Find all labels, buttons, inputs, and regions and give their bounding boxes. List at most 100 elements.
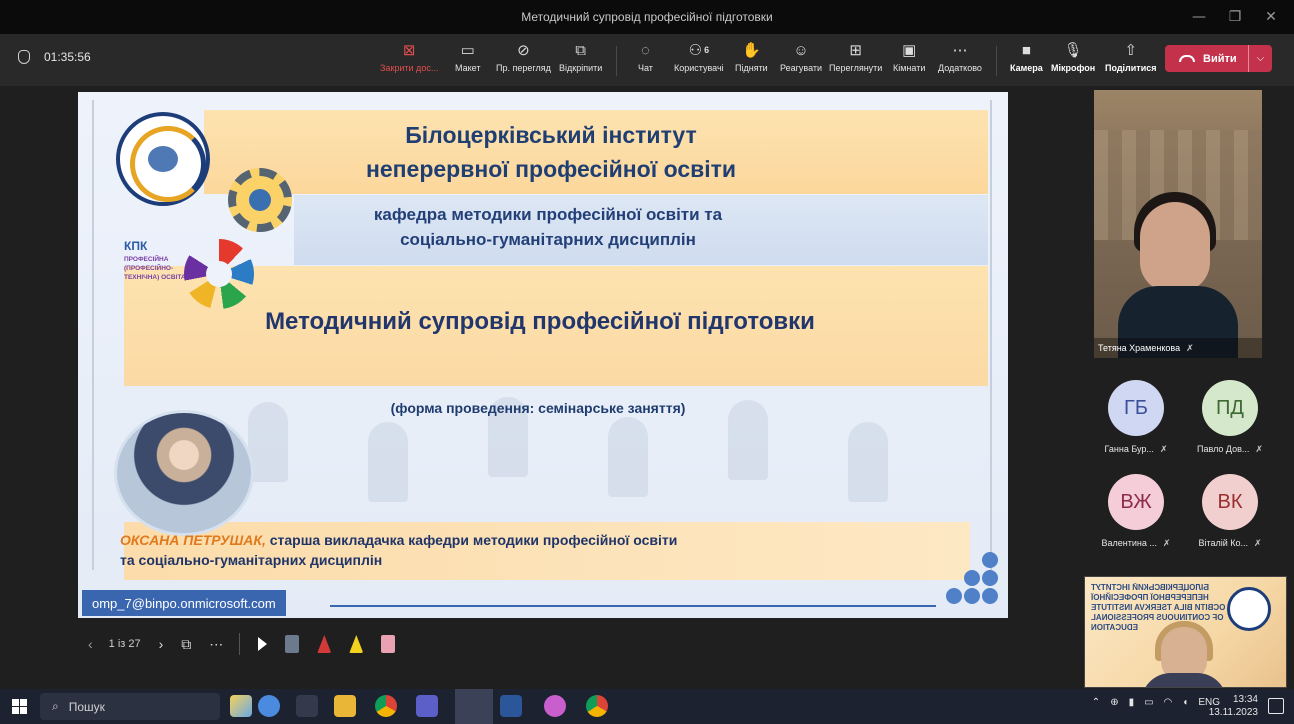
people-count: 6: [704, 45, 710, 55]
mic-off-icon: ✗: [1162, 538, 1171, 548]
chevron-up-icon[interactable]: ⌃: [1092, 697, 1100, 708]
timer-value: 01:35:56: [44, 50, 91, 64]
close-share-icon: ⊠: [402, 42, 416, 59]
pointer-tool-icon[interactable]: [258, 637, 268, 651]
file-explorer-icon[interactable]: [334, 695, 356, 717]
share-icon: ⇧: [1124, 42, 1138, 59]
chrome-icon[interactable]: [375, 695, 397, 717]
minimize-button[interactable]: —: [1192, 9, 1206, 25]
chat-button[interactable]: ◌ Чат: [638, 40, 653, 84]
volume-icon[interactable]: ◖: [1182, 697, 1188, 708]
close-share-button[interactable]: ⊠ Закрити дос...: [380, 40, 438, 84]
footer-line: [330, 605, 936, 607]
network-icon[interactable]: ⊕: [1110, 697, 1118, 708]
layout-label: Макет: [455, 63, 481, 73]
slide-grid-icon[interactable]: ⧉: [181, 636, 191, 653]
share-label: Поділитися: [1105, 63, 1157, 73]
people-button[interactable]: ⚇ 6 Користувачі: [674, 40, 724, 84]
more-label: Додатково: [938, 63, 982, 73]
toolbar-divider: [996, 46, 997, 76]
slide-navigation: ‹ 1 із 27 › ⧉ ⋯: [88, 630, 396, 658]
participant-tile[interactable]: ГБ Ганна Бур... ✗: [1092, 380, 1180, 455]
avatar: ВЖ: [1108, 474, 1164, 530]
participant-tile[interactable]: ВЖ Валентина ... ✗: [1092, 474, 1180, 549]
wifi-icon[interactable]: ◠: [1164, 697, 1173, 708]
next-slide-button[interactable]: ›: [159, 636, 164, 652]
camera-button[interactable]: ■ Камера: [1010, 40, 1043, 84]
mic-off-icon: ✗: [1255, 444, 1263, 454]
close-window-button[interactable]: ✕: [1264, 9, 1278, 25]
previous-slide-button[interactable]: ‹: [88, 636, 93, 652]
clock-time: 13:34: [1232, 694, 1258, 705]
rooms-button[interactable]: ▣ Кімнати: [893, 40, 925, 84]
taskbar-search[interactable]: ⌕ Пошук: [40, 693, 220, 720]
kpk-logo-wheel-icon: [184, 239, 254, 309]
window-title: Методичний супровід професійної підготов…: [521, 10, 773, 24]
smile-icon: ☺: [793, 41, 809, 59]
view-button[interactable]: ⊞ Переглянути: [829, 40, 882, 84]
microphone-button[interactable]: 🎙 Мікрофон: [1051, 40, 1095, 84]
hand-icon: ✋: [742, 42, 761, 59]
layout-button[interactable]: ▭ Макет: [455, 40, 480, 84]
slide-department-line1: кафедра методики професійної освіти та: [373, 205, 723, 224]
slide-more-button[interactable]: ⋯: [209, 636, 223, 653]
kpk-logo: КПК ПРОФЕСІЙНА (ПРОФЕСІЙНО-ТЕХНІЧНА) ОСВ…: [124, 237, 254, 311]
eraser-tool-icon[interactable]: [381, 635, 396, 653]
laser-tool-icon[interactable]: [285, 635, 300, 653]
layout-icon: ▭: [460, 42, 475, 59]
eye-off-icon: ⊘: [517, 42, 530, 59]
widgets-icon[interactable]: [230, 695, 252, 717]
slide-frame-left: [92, 100, 94, 570]
participant-name: Віталій Ко... ✗: [1198, 538, 1261, 549]
viber-icon[interactable]: [544, 695, 566, 717]
react-button[interactable]: ☺ Реагувати: [780, 40, 822, 84]
more-button[interactable]: ⋯ Додатково: [938, 40, 982, 84]
search-label: Пошук: [68, 699, 105, 714]
phone-icon: [1179, 55, 1195, 62]
chevron-down-icon[interactable]: ⌵: [1257, 53, 1265, 64]
leave-button[interactable]: Вийти ⌵: [1165, 45, 1272, 72]
highlighter-tool-icon[interactable]: [349, 635, 364, 653]
participant-tile[interactable]: ВК Віталій Ко... ✗: [1186, 474, 1274, 549]
meeting-timer: 01:35:56: [18, 50, 91, 64]
slide-title-line2: неперервної професійної освіти: [365, 156, 737, 182]
windows-start-icon[interactable]: [12, 699, 27, 714]
leave-separator: [1247, 45, 1249, 72]
preview-button[interactable]: ⊘ Пр. перегляд: [496, 40, 551, 84]
microphone-label: Мікрофон: [1051, 63, 1096, 73]
shared-slide: КПК ПРОФЕСІЙНА (ПРОФЕСІЙНО-ТЕХНІЧНА) ОСВ…: [78, 92, 1008, 618]
task-view-icon[interactable]: [296, 695, 318, 717]
battery-icon[interactable]: ▭: [1144, 697, 1153, 708]
mic-off-icon: ✗: [1254, 538, 1262, 548]
popout-icon: ⧉: [575, 41, 586, 59]
raise-hand-button[interactable]: ✋ Підняти: [735, 40, 768, 84]
notifications-icon[interactable]: [1268, 698, 1284, 714]
rooms-label: Кімнати: [893, 63, 926, 73]
people-icon: ⚇ 6: [689, 40, 709, 60]
participant-name: Ганна Бур... ✗: [1105, 444, 1168, 455]
person-icon[interactable]: [258, 695, 280, 717]
chat-label: Чат: [638, 63, 653, 73]
slide-page-indicator: 1 із 27: [108, 638, 141, 650]
self-view-video[interactable]: БІЛОЦЕРКІВСЬКИЙ ІНСТИТУТ НЕПЕРЕРВНОЇ ПРО…: [1084, 576, 1287, 688]
kpk-logo-label: КПК: [124, 239, 148, 253]
window-titlebar: Методичний супровід професійної підготов…: [0, 0, 1294, 34]
camera-label: Камера: [1010, 63, 1043, 73]
taskbar-clock[interactable]: 13:34 13.11.2023: [1209, 693, 1258, 719]
participant-name-text: Павло Дов...: [1197, 444, 1250, 454]
microphone-tray-icon[interactable]: ▮: [1129, 697, 1135, 708]
participant-name-text: Ганна Бур...: [1104, 444, 1154, 454]
author-photo: [114, 410, 254, 536]
maximize-button[interactable]: ❐: [1228, 9, 1242, 25]
participant-tile[interactable]: ПД Павло Дов... ✗: [1186, 380, 1274, 455]
slide-author: ОКСАНА ПЕТРУШАК, старша викладачка кафед…: [120, 530, 880, 570]
chrome-profile-icon[interactable]: [586, 695, 608, 717]
share-button[interactable]: ⇧ Поділитися: [1105, 40, 1157, 84]
pen-tool-icon[interactable]: [317, 635, 332, 653]
word-icon[interactable]: [500, 695, 522, 717]
popout-button[interactable]: ⧉ Відкріпити: [559, 40, 602, 84]
participant-name: Павло Дов... ✗: [1197, 444, 1263, 455]
teams-icon[interactable]: [416, 695, 438, 717]
active-app-icon[interactable]: [455, 689, 493, 724]
participant-video[interactable]: Тетяна Храменкова ✗: [1094, 90, 1262, 358]
